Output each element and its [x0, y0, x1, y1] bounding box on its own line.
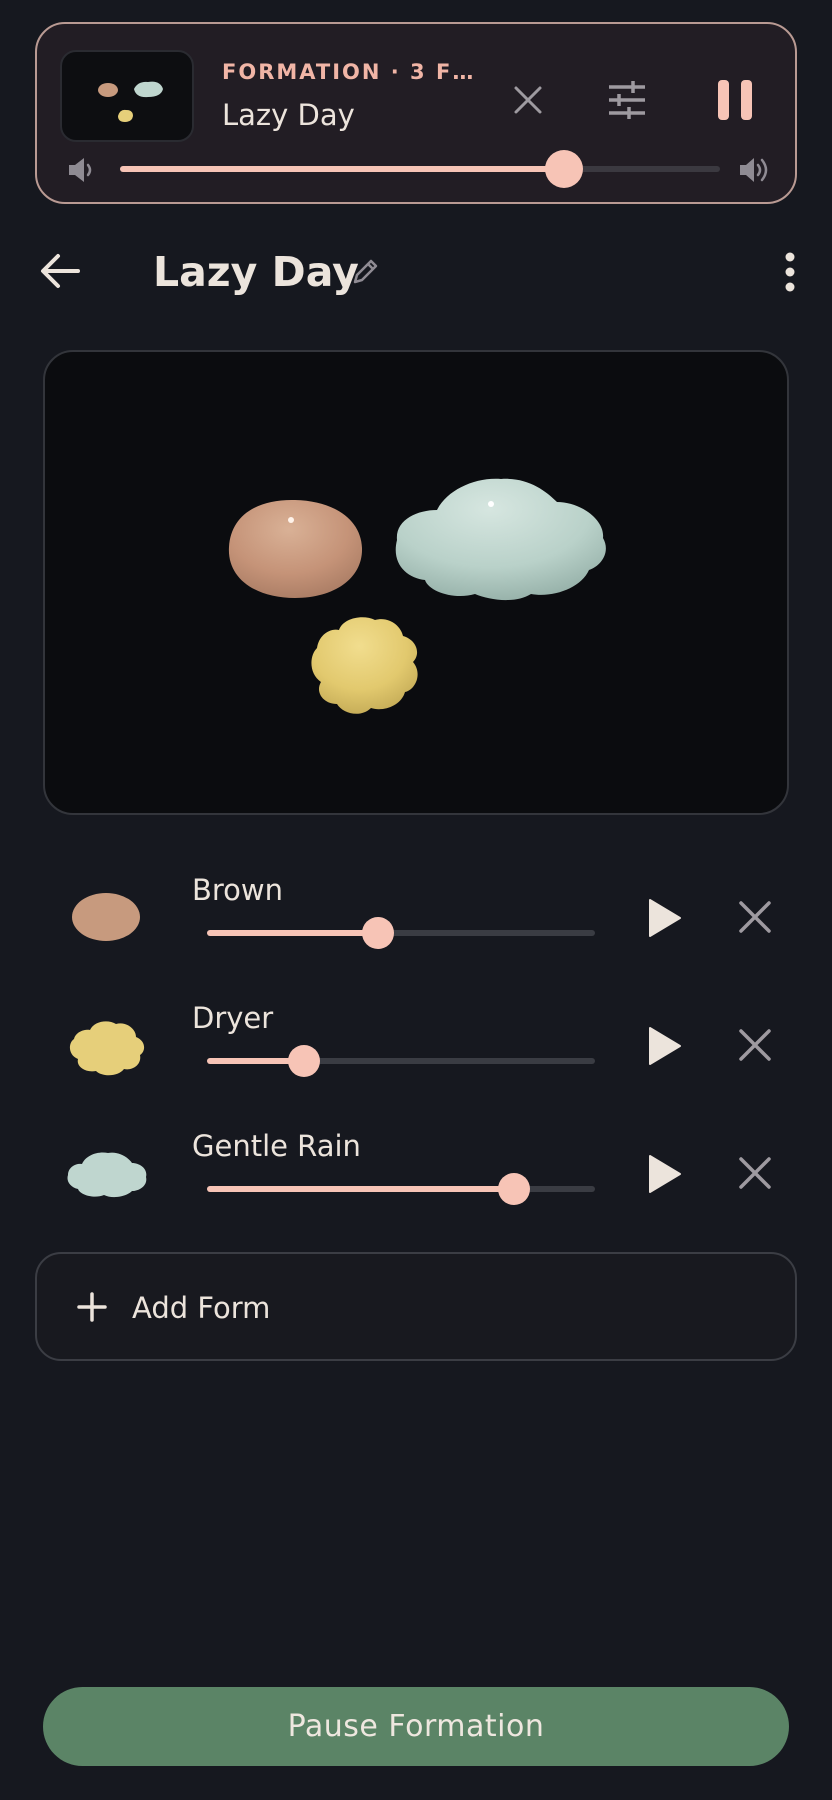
gentle-rain-form-icon	[67, 1152, 147, 1198]
form-volume-slider[interactable]	[207, 917, 595, 949]
brown-blob	[228, 499, 363, 598]
master-volume-slider[interactable]	[120, 150, 720, 188]
remove-form-button[interactable]	[735, 1025, 775, 1065]
arrow-back-icon	[41, 254, 80, 288]
tune-icon	[609, 81, 645, 119]
gentle-rain-blob	[395, 478, 606, 601]
play-icon	[649, 1155, 681, 1193]
volume-high-icon	[740, 158, 768, 182]
form-volume-slider[interactable]	[207, 1173, 595, 1205]
preview-play-button[interactable]	[640, 895, 686, 941]
form-label: Dryer	[192, 1001, 274, 1035]
form-row: Gentle Rain	[0, 1125, 832, 1225]
volume-low-icon	[69, 158, 92, 182]
more-vert-icon	[785, 252, 795, 292]
pause-formation-button[interactable]: Pause Formation	[43, 1687, 789, 1766]
play-icon	[649, 1027, 681, 1065]
form-volume-fill	[207, 1186, 514, 1192]
close-icon	[739, 901, 771, 933]
play-icon	[649, 899, 681, 937]
add-form-label: Add Form	[132, 1291, 271, 1325]
close-button[interactable]	[503, 75, 553, 125]
form-volume-fill	[207, 930, 378, 936]
remove-form-button[interactable]	[735, 897, 775, 937]
brown-form-icon	[72, 893, 140, 941]
remove-form-button[interactable]	[735, 1153, 775, 1193]
form-row: Brown	[0, 869, 832, 969]
pause-button[interactable]	[705, 72, 765, 128]
form-volume-thumb[interactable]	[288, 1045, 320, 1077]
preview-play-button[interactable]	[640, 1151, 686, 1197]
formation-preview-art	[228, 478, 606, 714]
close-icon	[514, 86, 542, 114]
close-icon	[739, 1029, 771, 1061]
formation-thumbnail	[60, 50, 194, 142]
now-playing-subtitle: FORMATION · 3 FOR…	[222, 60, 492, 84]
now-playing-title: Lazy Day	[222, 98, 355, 132]
form-volume-thumb[interactable]	[497, 1173, 530, 1205]
form-label: Gentle Rain	[192, 1129, 361, 1163]
now-playing-card[interactable]: FORMATION · 3 FOR… Lazy Day	[35, 22, 797, 204]
form-volume-slider[interactable]	[207, 1045, 595, 1077]
mixer-settings-button[interactable]	[599, 72, 655, 128]
pause-icon	[718, 80, 752, 120]
page-title: Lazy Day	[153, 248, 359, 296]
form-volume-thumb[interactable]	[361, 917, 394, 949]
formation-thumbnail-art	[98, 81, 163, 122]
add-form-button[interactable]: Add Form	[35, 1252, 797, 1361]
rename-button[interactable]	[351, 256, 381, 286]
form-label: Brown	[192, 873, 284, 907]
dryer-form-icon	[69, 1021, 145, 1076]
pencil-icon	[353, 259, 378, 284]
more-options-button[interactable]	[775, 250, 805, 294]
master-volume-fill	[120, 166, 564, 172]
dryer-blob	[311, 617, 418, 714]
close-icon	[739, 1157, 771, 1189]
plus-icon	[77, 1292, 107, 1322]
form-row: Dryer	[0, 997, 832, 1097]
preview-play-button[interactable]	[640, 1023, 686, 1069]
back-button[interactable]	[38, 248, 84, 294]
master-volume-thumb[interactable]	[545, 150, 583, 188]
formation-preview[interactable]	[43, 350, 789, 815]
